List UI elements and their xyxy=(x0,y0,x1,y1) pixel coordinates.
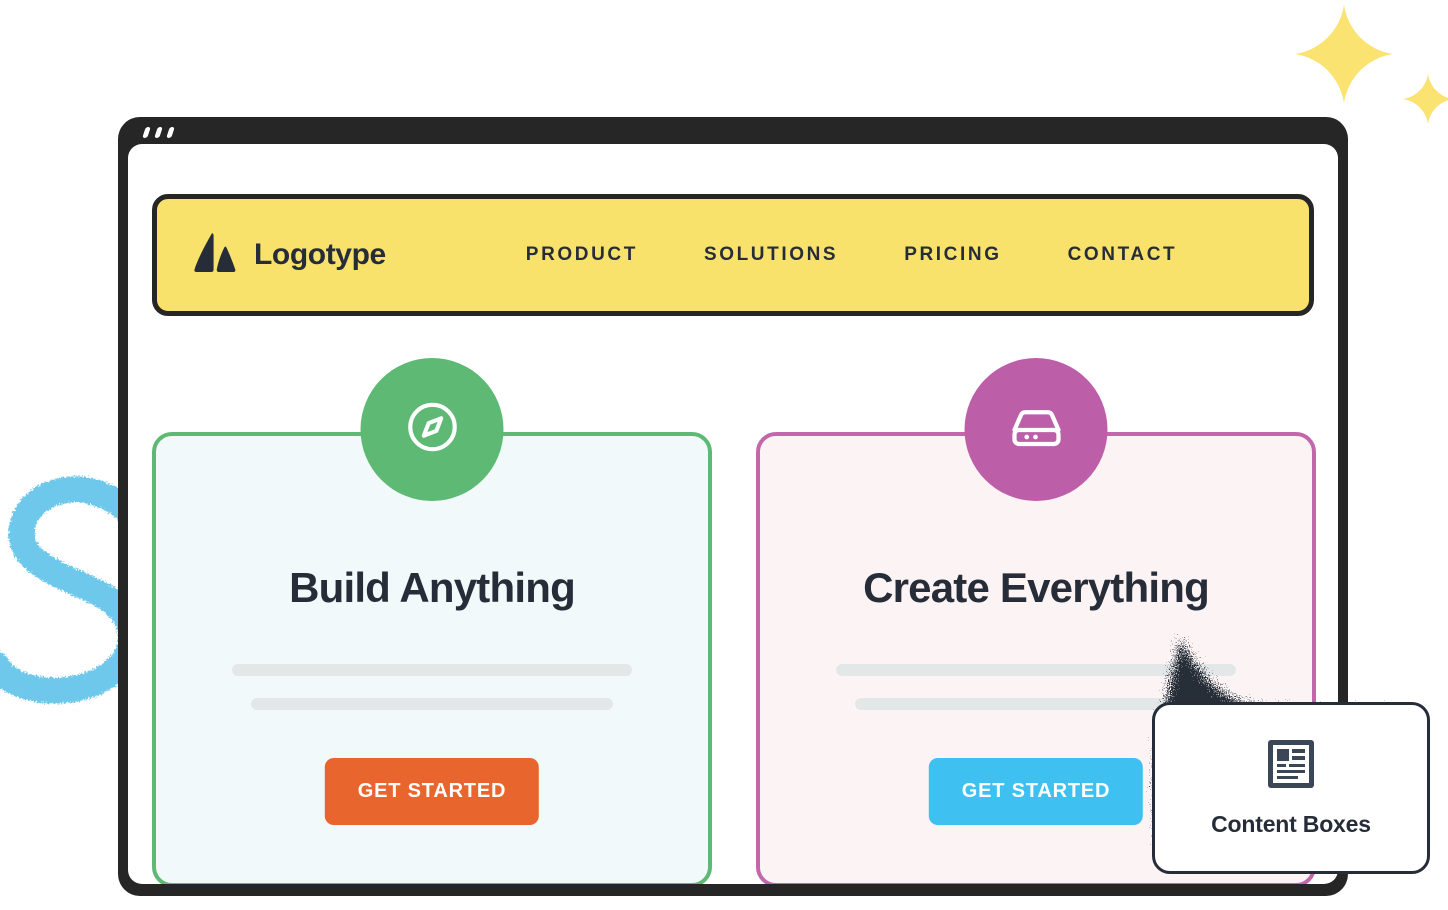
window-control-dot[interactable] xyxy=(166,127,175,138)
placeholder-line xyxy=(251,698,613,710)
hard-drive-icon-badge xyxy=(964,358,1108,501)
compass-icon-badge xyxy=(360,358,504,501)
brand[interactable]: Logotype xyxy=(194,232,386,278)
window-controls[interactable] xyxy=(142,127,175,138)
card-title: Build Anything xyxy=(289,564,576,611)
brand-name: Logotype xyxy=(254,238,386,271)
hard-drive-icon xyxy=(1006,397,1066,462)
nav-link-pricing[interactable]: PRICING xyxy=(904,244,1001,266)
get-started-button[interactable]: GET STARTED xyxy=(324,758,540,825)
navbar-links: PRODUCT SOLUTIONS PRICING CONTACT xyxy=(526,244,1177,266)
sparkle-small-icon xyxy=(1403,74,1448,124)
placeholder-line xyxy=(836,664,1236,676)
squiggle-decoration xyxy=(0,468,144,743)
placeholder-line xyxy=(232,664,632,676)
window-control-dot[interactable] xyxy=(142,127,151,138)
content-layout-icon xyxy=(1266,738,1316,795)
feature-card-build-anything: Build Anything GET STARTED xyxy=(152,358,712,884)
compass-icon xyxy=(403,398,461,461)
card-title: Create Everything xyxy=(863,564,1210,611)
callout-label: Content Boxes xyxy=(1211,811,1371,837)
sparkle-large-icon xyxy=(1295,5,1393,103)
window-control-dot[interactable] xyxy=(154,127,163,138)
nav-link-product[interactable]: PRODUCT xyxy=(526,244,638,266)
window-titlebar xyxy=(118,117,1348,144)
get-started-button[interactable]: GET STARTED xyxy=(928,758,1144,825)
card-placeholder-text xyxy=(156,664,708,710)
triangle-logo-mark-icon xyxy=(194,232,236,278)
site-navbar: Logotype PRODUCT SOLUTIONS PRICING CONTA… xyxy=(152,194,1314,316)
nav-link-solutions[interactable]: SOLUTIONS xyxy=(704,244,838,266)
content-boxes-callout[interactable]: Content Boxes xyxy=(1152,702,1430,874)
page-root: Logotype PRODUCT SOLUTIONS PRICING CONTA… xyxy=(0,0,1448,910)
nav-link-contact[interactable]: CONTACT xyxy=(1068,244,1178,266)
